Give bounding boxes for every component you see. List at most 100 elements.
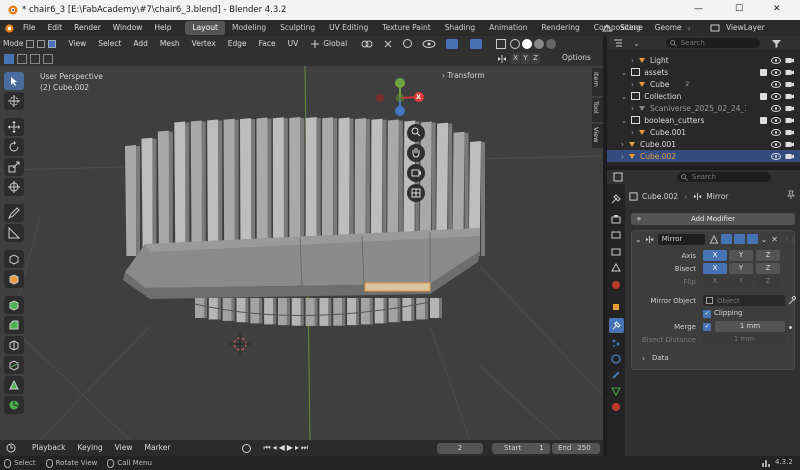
axis-x-toggle[interactable]: X (703, 250, 727, 261)
tab-texture-paint[interactable]: Texture Paint (375, 21, 437, 35)
zoom-view-button[interactable] (407, 124, 425, 142)
edge-select-icon[interactable] (37, 39, 46, 48)
render-tab-icon[interactable] (611, 214, 621, 224)
exclude-checkbox[interactable] (760, 92, 767, 100)
3d-viewport[interactable]: User Perspective (2) Cube.002 › Transfor… (0, 66, 603, 440)
view-layer-tab-icon[interactable] (611, 246, 621, 256)
end-frame-field[interactable]: End 250 (552, 443, 600, 454)
particles-tab-icon[interactable] (611, 338, 621, 348)
material-tab-icon[interactable] (611, 402, 621, 412)
axis-y-toggle[interactable]: Y (729, 250, 753, 261)
clipping-checkbox[interactable]: ✓ (703, 310, 711, 318)
current-frame-field[interactable]: 2 (437, 443, 483, 454)
eye-visibility-icon[interactable] (771, 68, 781, 76)
properties-editor-icon[interactable] (613, 172, 623, 182)
chevron-right-icon[interactable]: › (688, 24, 691, 33)
menu-render[interactable]: Render (68, 20, 107, 36)
menu-mesh[interactable]: Mesh (154, 36, 186, 52)
outliner-row[interactable]: ⌄ Collection (607, 90, 800, 102)
expand-chevron-icon[interactable]: ⌄ (621, 68, 627, 77)
eye-visibility-icon[interactable] (771, 116, 781, 124)
exclude-checkbox[interactable] (760, 68, 767, 76)
select-extend-icon[interactable] (17, 53, 27, 64)
pivot-icon[interactable] (361, 39, 373, 49)
viewport-toggle-icon[interactable] (733, 234, 745, 244)
select-box-icon[interactable] (4, 53, 14, 64)
gizmo-toggle-icon[interactable] (446, 38, 459, 49)
rendered-shading-icon[interactable] (546, 38, 557, 49)
bisect-z-toggle[interactable]: Z (756, 263, 780, 274)
object-tab-icon[interactable] (611, 302, 621, 312)
outliner-row[interactable]: › Cube.001 (607, 126, 800, 138)
output-tab-icon[interactable] (611, 230, 621, 240)
blender-menu-icon[interactable] (3, 23, 17, 34)
select-tool-button[interactable] (4, 72, 24, 90)
flip-x-toggle[interactable]: X (703, 276, 727, 287)
menu-select[interactable]: Select (92, 36, 127, 52)
collapse-chevron-icon[interactable]: ⌄ (635, 235, 642, 244)
menu-uv[interactable]: UV (282, 36, 305, 52)
vertex-select-icon[interactable] (26, 39, 35, 48)
mirror-x-toggle[interactable]: X (511, 53, 520, 64)
merge-distance-field[interactable]: 1 mm (715, 321, 785, 332)
outliner-editor-icon[interactable] (613, 38, 623, 48)
close-button[interactable]: ✕ (773, 4, 781, 14)
eye-visibility-icon[interactable] (771, 92, 781, 100)
eye-visibility-icon[interactable] (422, 39, 436, 49)
tab-uv-editing[interactable]: UV Editing (322, 21, 375, 35)
expand-chevron-icon[interactable]: › (631, 56, 634, 65)
pin-icon[interactable] (787, 190, 795, 199)
sidebar-tab-item[interactable]: Item (592, 68, 603, 96)
wireframe-shading-icon[interactable] (510, 38, 521, 49)
scene-name[interactable]: Scene (620, 20, 643, 36)
modifier-tab[interactable] (609, 318, 624, 333)
menu-view[interactable]: View (62, 36, 92, 52)
sidebar-tab-view[interactable]: View (592, 124, 603, 148)
chevron-down-icon[interactable]: ⌄ (633, 39, 640, 48)
start-frame-field[interactable]: Start 1 (492, 443, 550, 454)
menu-edge[interactable]: Edge (222, 36, 253, 52)
menu-vertex[interactable]: Vertex (186, 36, 222, 52)
flip-z-toggle[interactable]: Z (756, 276, 780, 287)
expand-chevron-icon[interactable]: › (631, 128, 634, 137)
menu-edit[interactable]: Edit (42, 20, 69, 36)
eye-visibility-icon[interactable] (771, 128, 781, 136)
tab-animation[interactable]: Animation (482, 21, 534, 35)
minimize-button[interactable]: — (694, 4, 703, 14)
physics-tab-icon[interactable] (611, 354, 621, 364)
snap-icon[interactable] (383, 39, 393, 49)
constraints-tab-icon[interactable] (611, 370, 621, 380)
scene-tab-icon[interactable] (611, 262, 621, 272)
camera-render-icon[interactable] (785, 81, 794, 88)
camera-render-icon[interactable] (785, 141, 794, 148)
bisect-y-toggle[interactable]: Y (729, 263, 753, 274)
camera-view-button[interactable] (407, 164, 425, 182)
expand-chevron-icon[interactable]: › (631, 104, 634, 113)
select-invert-icon[interactable] (43, 53, 53, 64)
ortho-toggle-button[interactable] (407, 184, 425, 202)
cursor-tool-button[interactable] (4, 92, 24, 110)
viewlayer-name[interactable]: ViewLayer (726, 20, 765, 36)
cage-toggle-icon[interactable] (721, 234, 732, 244)
modifier-name-field[interactable]: Mirror (657, 233, 706, 245)
camera-render-icon[interactable] (785, 69, 794, 76)
outliner-row[interactable]: › Cube.002 (607, 150, 800, 162)
data-chevron-icon[interactable]: › (642, 354, 645, 363)
annotate-tool-button[interactable] (4, 204, 24, 222)
tab-sculpting[interactable]: Sculpting (273, 21, 322, 35)
outliner-search-input[interactable]: Search (665, 38, 760, 48)
pan-view-button[interactable] (407, 144, 425, 162)
tab-shading[interactable]: Shading (438, 21, 482, 35)
clock-icon[interactable] (6, 443, 16, 453)
menu-playback[interactable]: Playback (26, 440, 71, 456)
camera-render-icon[interactable] (785, 105, 794, 112)
menu-face[interactable]: Face (253, 36, 282, 52)
sidebar-tab-tool[interactable]: Tool (592, 98, 603, 122)
spin-tool-button[interactable] (4, 396, 24, 414)
mode-dropdown[interactable]: Mode (3, 39, 23, 48)
tab-layout[interactable]: Layout (185, 21, 225, 35)
transform-orientation-dropdown[interactable]: Global (323, 39, 347, 48)
exclude-checkbox[interactable] (760, 116, 767, 124)
poly-build-tool-button[interactable] (4, 376, 24, 394)
scale-tool-button[interactable] (4, 158, 24, 176)
